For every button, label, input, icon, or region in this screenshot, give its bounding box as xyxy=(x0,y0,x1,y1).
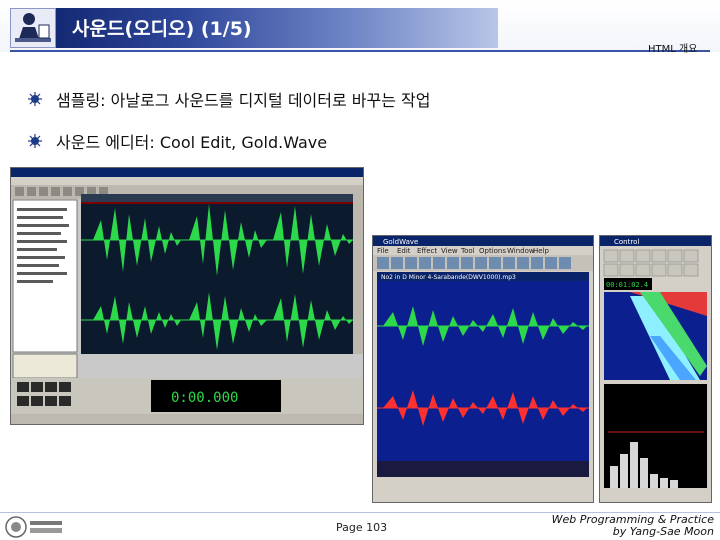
time-display: 0:00.000 xyxy=(171,390,238,406)
control-time-display: 00:01:02.4 xyxy=(606,281,648,289)
menu-item[interactable]: File xyxy=(377,247,389,255)
goldwave-file-title: No2 in D Minor 4-Sarabande(DWV1000).mp3 xyxy=(381,274,516,281)
menu-item[interactable]: Window xyxy=(507,247,535,255)
bullet-item: 사운드 에디터: Cool Edit, Gold.Wave xyxy=(28,128,327,154)
presenter-logo xyxy=(10,8,56,48)
cool-edit-screenshot: 0:00.000 xyxy=(10,167,364,425)
bullet-item: 샘플링: 아날로그 사운드를 디지털 데이터로 바꾸는 작업 xyxy=(28,86,430,112)
menu-item[interactable]: Help xyxy=(533,247,550,255)
section-label: HTML 개요 xyxy=(648,44,698,55)
person-at-desk-icon xyxy=(15,13,51,42)
goldwave-window-title: GoldWave xyxy=(383,238,418,246)
menu-item[interactable]: View xyxy=(441,247,458,255)
page-number: Page 103 xyxy=(336,521,388,534)
header-divider xyxy=(10,50,710,52)
menu-item[interactable]: Tool xyxy=(460,247,475,255)
control-window-title: Control xyxy=(614,238,639,246)
menu-item[interactable]: Edit xyxy=(397,247,411,255)
university-logo xyxy=(5,516,62,538)
menu-item[interactable]: Effect xyxy=(417,247,437,255)
course-author-line: by Yang-Sae Moon xyxy=(612,525,714,538)
bullet-icon xyxy=(28,92,42,106)
slide-title: 사운드(오디오) (1/5) xyxy=(72,18,252,40)
bullet-text: 샘플링: 아날로그 사운드를 디지털 데이터로 바꾸는 작업 xyxy=(56,91,431,110)
bullet-icon xyxy=(28,134,42,148)
course-title: Web Programming & Practice by Yang-Sae M… xyxy=(552,514,714,538)
bullet-text: 사운드 에디터: Cool Edit, Gold.Wave xyxy=(56,133,328,152)
goldwave-screenshot: GoldWave File Edit Effect View Tool Opti… xyxy=(372,235,594,503)
control-screenshot: Control 00:01:02.4 xyxy=(599,235,712,503)
menu-item[interactable]: Options xyxy=(479,247,506,255)
